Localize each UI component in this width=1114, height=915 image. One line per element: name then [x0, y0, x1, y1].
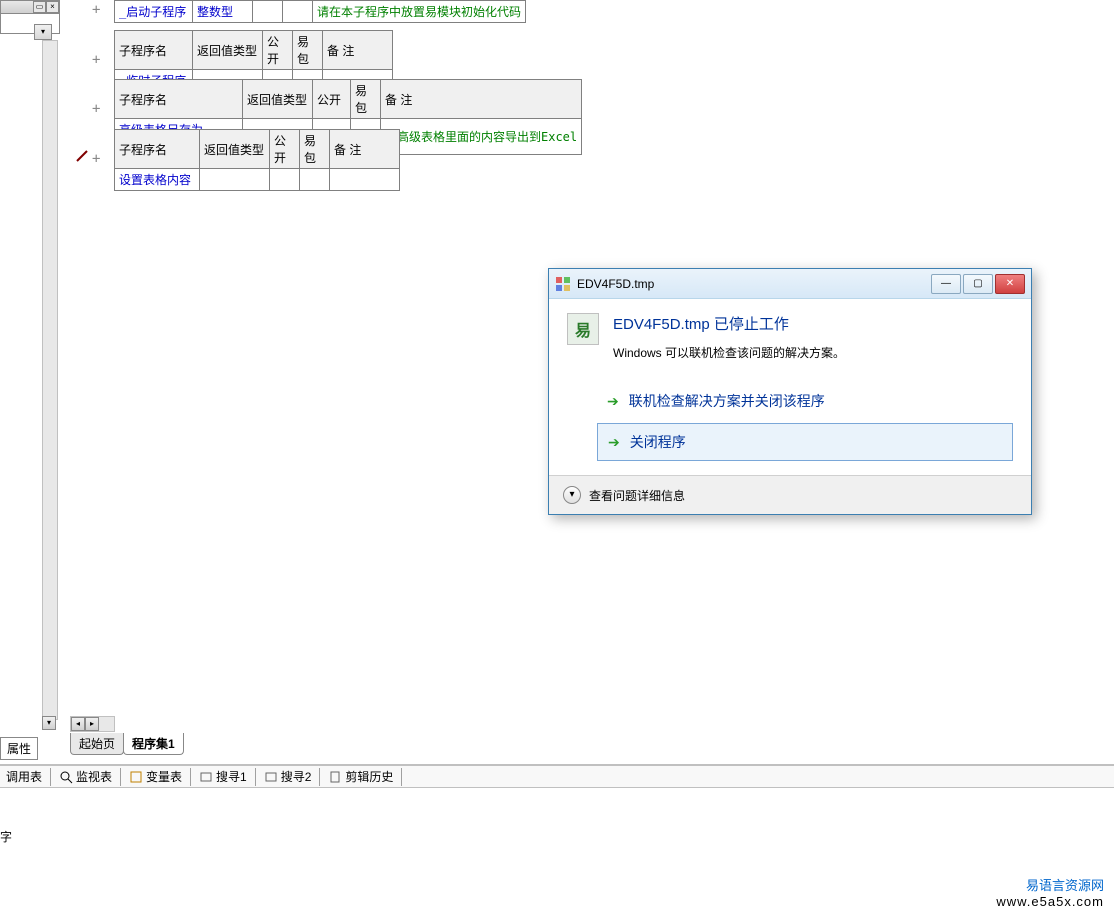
status-text: 字: [0, 828, 12, 845]
dialog-title: EDV4F5D.tmp: [577, 277, 931, 291]
separator: [255, 768, 256, 786]
editor-tabs: 起始页 程序集1: [70, 737, 183, 755]
col-ret: 返回值类型: [200, 130, 270, 169]
editor-hscroll[interactable]: ◂ ▸: [70, 716, 115, 732]
panel-close-icon[interactable]: ×: [46, 1, 59, 13]
sub-rettype[interactable]: [200, 169, 270, 191]
col-note: 备 注: [330, 130, 400, 169]
panel-header: ▭ ×: [0, 0, 60, 14]
left-vscroll[interactable]: [42, 40, 58, 720]
col-name: 子程序名: [115, 31, 193, 70]
app-flag-icon: [555, 276, 571, 292]
sub-note[interactable]: 把高级表格里面的内容导出到Excel: [381, 119, 582, 155]
search2-button[interactable]: 搜寻2: [258, 766, 318, 787]
sub-note[interactable]: 请在本子程序中放置易模块初始化代码: [313, 1, 526, 23]
breakpoint-marker-icon[interactable]: [75, 149, 89, 163]
arrow-right-icon: ➔: [607, 393, 619, 410]
col-name: 子程序名: [115, 130, 200, 169]
panel-dropdown-icon[interactable]: ▾: [34, 24, 52, 40]
dialog-titlebar[interactable]: EDV4F5D.tmp — ▢ ✕: [549, 269, 1031, 299]
search-icon: [199, 770, 213, 784]
dialog-heading: EDV4F5D.tmp 已停止工作: [613, 313, 1013, 334]
hscroll-left-icon[interactable]: ◂: [71, 717, 85, 731]
separator: [319, 768, 320, 786]
expand-icon[interactable]: +: [92, 101, 100, 117]
tab-program-set-1[interactable]: 程序集1: [123, 733, 184, 755]
search1-button[interactable]: 搜寻1: [193, 766, 253, 787]
separator: [50, 768, 51, 786]
sub-pub[interactable]: [270, 169, 300, 191]
col-note: 备 注: [381, 80, 582, 119]
var-table-button[interactable]: 变量表: [123, 766, 188, 787]
subroutine-table-4: 子程序名 返回值类型 公开 易包 备 注 设置表格内容: [114, 129, 400, 191]
call-table-button[interactable]: 调用表: [0, 766, 48, 787]
arrow-right-icon: ➔: [608, 434, 620, 451]
separator: [401, 768, 402, 786]
tab-start[interactable]: 起始页: [70, 733, 124, 755]
search-icon: [264, 770, 278, 784]
watermark: 易语言资源网 www.e5a5x.com: [996, 875, 1104, 909]
error-dialog: EDV4F5D.tmp — ▢ ✕ 易 EDV4F5D.tmp 已停止工作 Wi…: [548, 268, 1032, 515]
sub-pkg[interactable]: [283, 1, 313, 23]
expand-icon[interactable]: +: [92, 52, 100, 68]
expand-details-icon[interactable]: ▾: [563, 486, 581, 504]
subroutine-table-1: _启动子程序 整数型 请在本子程序中放置易模块初始化代码: [114, 0, 526, 23]
sub-rettype[interactable]: 整数型: [193, 1, 253, 23]
close-button[interactable]: ✕: [995, 274, 1025, 294]
panel-pin-icon[interactable]: ▭: [33, 1, 46, 13]
hscroll-right-icon[interactable]: ▸: [85, 717, 99, 731]
dialog-footer: ▾ 查看问题详细信息: [549, 475, 1031, 514]
col-name: 子程序名: [115, 80, 243, 119]
col-pub: 公开: [263, 31, 293, 70]
expand-icon[interactable]: +: [92, 151, 100, 167]
watch-table-button[interactable]: 监视表: [53, 766, 118, 787]
watermark-line1: 易语言资源网: [996, 875, 1104, 894]
clip-history-button[interactable]: 剪辑历史: [322, 766, 399, 787]
col-pkg: 易包: [293, 31, 323, 70]
col-ret: 返回值类型: [193, 31, 263, 70]
left-vscroll-down-icon[interactable]: ▾: [42, 716, 56, 730]
var-icon: [129, 770, 143, 784]
dialog-body: 易 EDV4F5D.tmp 已停止工作 Windows 可以联机检查该问题的解决…: [549, 299, 1031, 475]
magnifier-icon: [59, 770, 73, 784]
expand-icon[interactable]: +: [92, 2, 100, 18]
col-pub: 公开: [270, 130, 300, 169]
sub-pub[interactable]: [253, 1, 283, 23]
watermark-line2: www.e5a5x.com: [996, 894, 1104, 909]
properties-tab[interactable]: 属性: [0, 737, 38, 760]
sub-name[interactable]: 设置表格内容: [115, 169, 200, 191]
sub-note[interactable]: [330, 169, 400, 191]
clipboard-icon: [328, 770, 342, 784]
separator: [190, 768, 191, 786]
bottom-toolbar: 调用表 监视表 变量表 搜寻1 搜寻2 剪辑历史: [0, 764, 1114, 788]
maximize-button[interactable]: ▢: [963, 274, 993, 294]
close-program-option[interactable]: ➔ 关闭程序: [597, 423, 1013, 461]
col-pkg: 易包: [351, 80, 381, 119]
sub-pkg[interactable]: [300, 169, 330, 191]
view-details-link[interactable]: 查看问题详细信息: [589, 487, 685, 504]
col-pub: 公开: [313, 80, 351, 119]
dialog-description: Windows 可以联机检查该问题的解决方案。: [613, 344, 1013, 361]
col-note: 备 注: [323, 31, 393, 70]
col-pkg: 易包: [300, 130, 330, 169]
minimize-button[interactable]: —: [931, 274, 961, 294]
sub-name[interactable]: _启动子程序: [115, 1, 193, 23]
app-icon: 易: [567, 313, 599, 345]
check-online-option[interactable]: ➔ 联机检查解决方案并关闭该程序: [597, 383, 1013, 419]
separator: [120, 768, 121, 786]
col-ret: 返回值类型: [243, 80, 313, 119]
